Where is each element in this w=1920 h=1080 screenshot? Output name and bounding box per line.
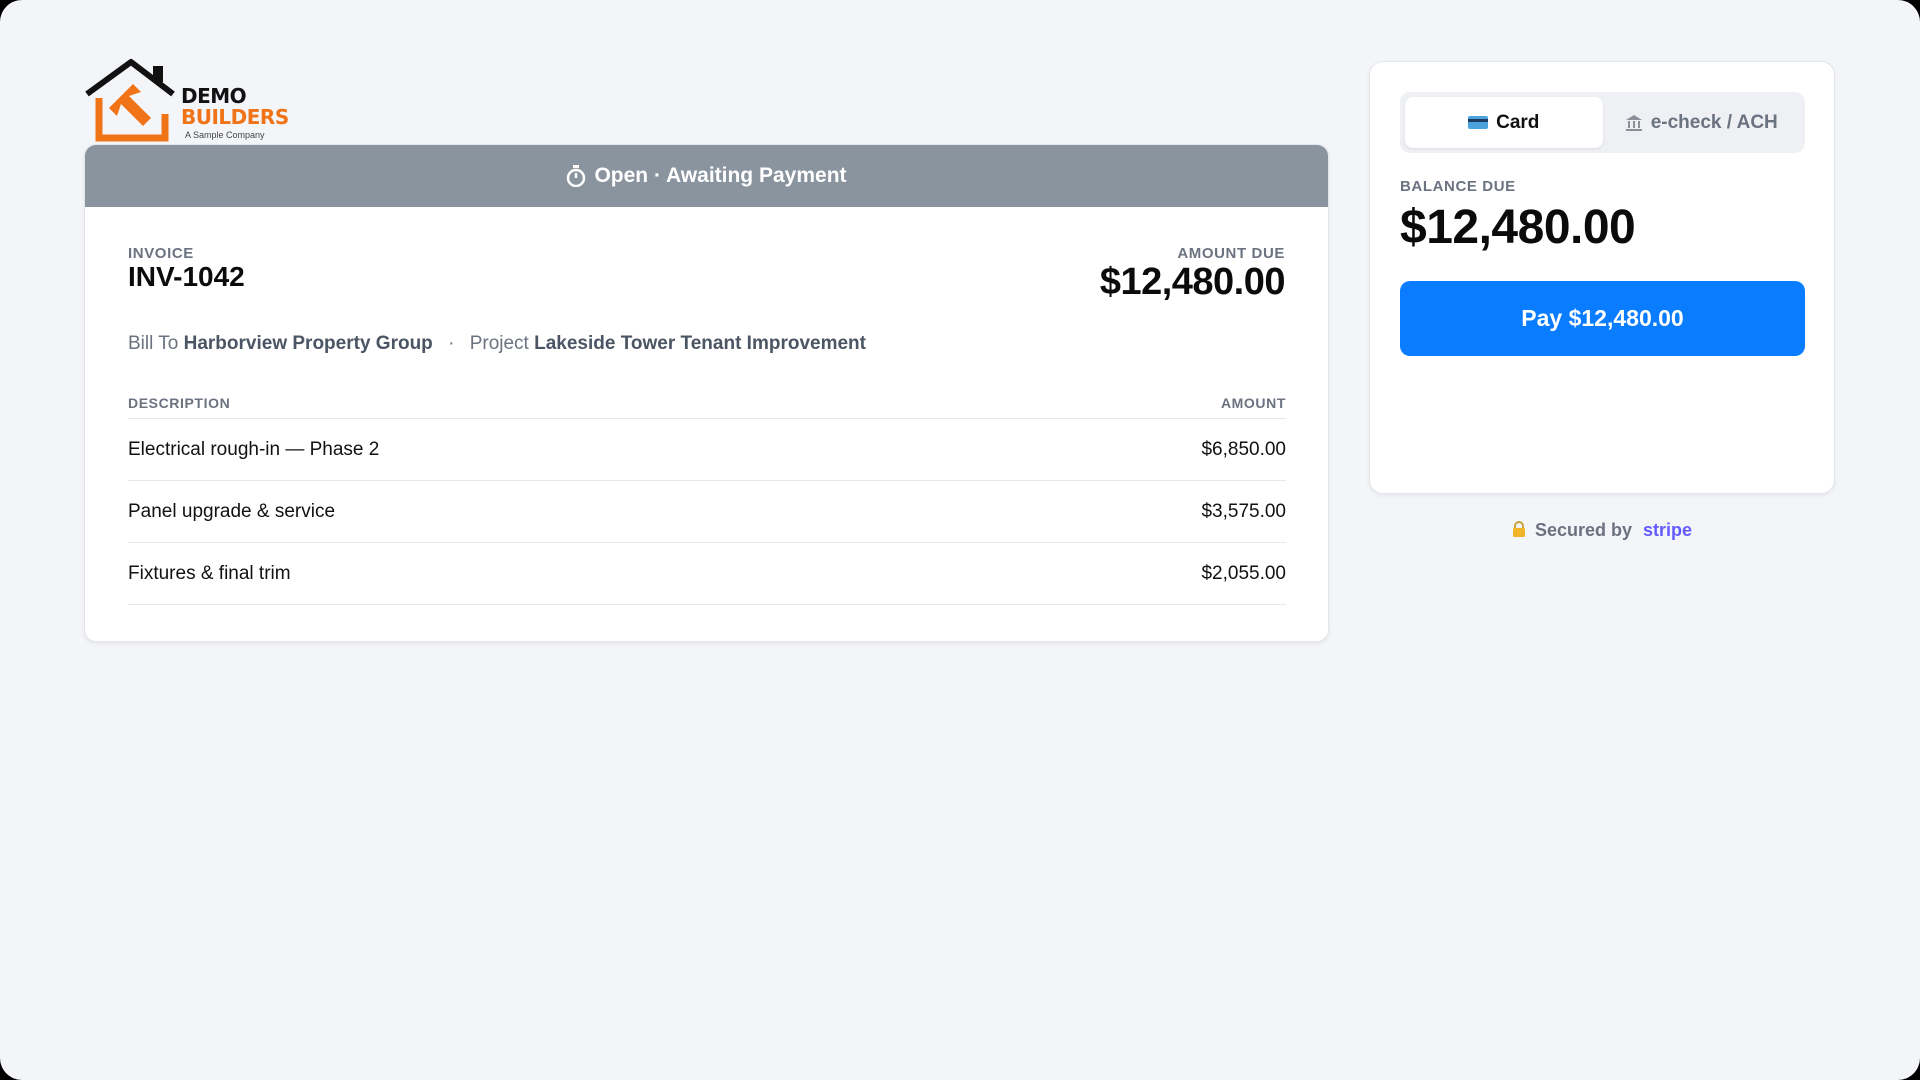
lock-icon: [1512, 521, 1525, 537]
amount-due-label: AMOUNT DUE: [1177, 245, 1285, 262]
row-description: Electrical rough-in — Phase 2: [128, 438, 380, 460]
company-logo: DEMO BUILDERS A Sample Company: [85, 58, 295, 142]
tab-ach[interactable]: e-check / ACH: [1603, 97, 1801, 148]
logo-tagline: A Sample Company: [185, 130, 265, 140]
row-amount: $3,575.00: [1201, 500, 1286, 522]
bill-to-name: Harborview Property Group: [183, 333, 433, 354]
table-row: Panel upgrade & service $3,575.00: [128, 481, 1286, 543]
bank-icon: [1625, 114, 1642, 131]
secured-by-text: Secured by: [1534, 520, 1632, 540]
table-row: Electrical rough-in — Phase 2 $6,850.00: [128, 419, 1286, 481]
row-amount: $2,055.00: [1201, 562, 1286, 584]
invoice-label: INVOICE: [128, 245, 194, 262]
line-items-table: DESCRIPTION AMOUNT Electrical rough-in —…: [128, 387, 1286, 605]
stripe-link[interactable]: stripe: [1643, 520, 1692, 540]
balance-due-label: BALANCE DUE: [1400, 178, 1516, 195]
logo-word-builders: BUILDERS: [181, 105, 289, 129]
balance-due-value: $12,480.00: [1400, 201, 1636, 254]
credit-card-icon: [1468, 116, 1489, 129]
bill-to-label: Bill To: [128, 333, 179, 354]
pay-button[interactable]: Pay $12,480.00: [1400, 281, 1805, 356]
app-window: DEMO BUILDERS A Sample Company Open · Aw…: [0, 0, 1920, 1080]
header-amount: AMOUNT: [1220, 394, 1286, 411]
invoice-number: INV-1042: [128, 261, 245, 292]
project-name: Lakeside Tower Tenant Improvement: [534, 333, 866, 354]
row-description: Panel upgrade & service: [128, 500, 336, 522]
tab-card-label: Card: [1496, 111, 1540, 133]
row-description: Fixtures & final trim: [128, 562, 291, 584]
table-row: Fixtures & final trim $2,055.00: [128, 543, 1286, 605]
amount-due-value: $12,480.00: [1099, 261, 1286, 303]
separator: ·: [448, 333, 455, 354]
status-banner: Open · Awaiting Payment: [85, 145, 1328, 207]
invoice-card: Open · Awaiting Payment INVOICE INV-1042…: [84, 144, 1329, 642]
stopwatch-icon: [567, 165, 586, 187]
table-header: DESCRIPTION AMOUNT: [128, 387, 1286, 419]
payment-method-tabs: Card e-check / ACH: [1400, 92, 1805, 153]
project-label: Project: [469, 333, 529, 354]
status-text: Open · Awaiting Payment: [594, 164, 847, 187]
tab-ach-label: e-check / ACH: [1650, 111, 1778, 133]
house-hammer-icon: [85, 59, 175, 142]
header-description: DESCRIPTION: [128, 394, 231, 411]
row-amount: $6,850.00: [1201, 438, 1286, 460]
bill-to-line: Bill To Harborview Property Group · Proj…: [128, 333, 866, 355]
tab-card[interactable]: Card: [1405, 97, 1603, 148]
secured-by-footer: Secured by stripe: [1369, 520, 1835, 541]
payment-card: Card e-check / ACH BALANCE DUE $12,480.0…: [1369, 61, 1835, 494]
